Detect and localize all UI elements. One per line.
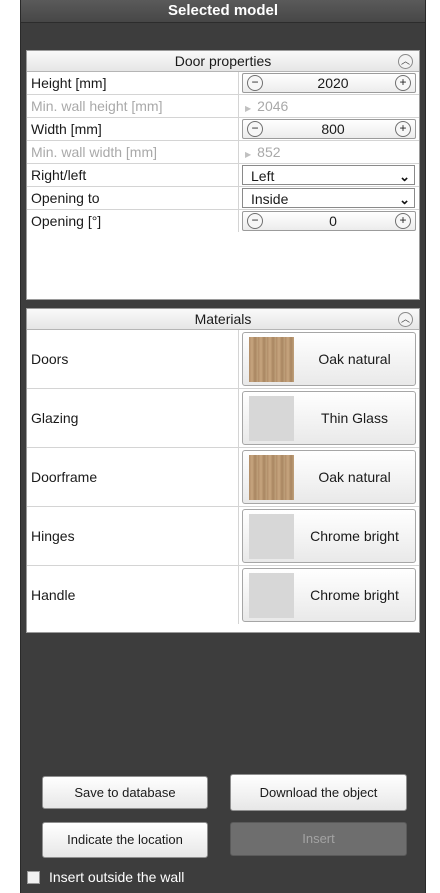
indicate-location-button[interactable]: Indicate the location [42, 822, 208, 858]
doors-material-button[interactable]: Oak natural [242, 332, 416, 386]
plus-icon[interactable]: + [395, 213, 411, 229]
doors-label: Doors [27, 330, 239, 388]
panel-title: Selected model [21, 0, 425, 23]
material-row-doorframe: Doorframe Oak natural [27, 448, 419, 507]
handle-label: Handle [27, 566, 239, 624]
minus-icon[interactable]: − [247, 121, 263, 137]
door-properties-header[interactable]: Door properties ︿ [27, 51, 419, 72]
glass-swatch [249, 395, 294, 441]
width-stepper[interactable]: − 800 + [242, 119, 416, 139]
height-label: Height [mm] [27, 72, 239, 94]
opening-angle-value[interactable]: 0 [263, 213, 395, 229]
chrome-swatch [249, 513, 294, 559]
chevron-down-icon[interactable]: ⌄ [399, 167, 410, 187]
right-left-row: Right/left Left ⌄ [27, 164, 419, 187]
min-wall-height-label: Min. wall height [mm] [27, 95, 239, 117]
door-properties-title: Door properties [174, 53, 272, 69]
material-row-handle: Handle Chrome bright [27, 566, 419, 624]
opening-angle-label: Opening [°] [27, 210, 239, 232]
height-row: Height [mm] − 2020 + [27, 72, 419, 95]
oak-swatch [249, 454, 294, 500]
insert-outside-wall-label: Insert outside the wall [49, 869, 185, 885]
glazing-material-name: Thin Glass [321, 410, 388, 426]
materials-title: Materials [194, 311, 252, 327]
chevron-down-icon[interactable]: ⌄ [399, 190, 410, 210]
opening-to-select[interactable]: Inside ⌄ [242, 188, 415, 208]
oak-swatch [249, 336, 294, 382]
material-row-glazing: Glazing Thin Glass [27, 389, 419, 448]
arrow-right-icon: ▶ [245, 150, 252, 159]
material-row-hinges: Hinges Chrome bright [27, 507, 419, 566]
minus-icon[interactable]: − [247, 75, 263, 91]
door-properties-section: Door properties ︿ Height [mm] − 2020 + M… [26, 50, 420, 300]
opening-angle-row: Opening [°] − 0 + [27, 210, 419, 232]
plus-icon[interactable]: + [395, 75, 411, 91]
minus-icon[interactable]: − [247, 213, 263, 229]
handle-material-name: Chrome bright [310, 587, 399, 603]
right-left-value: Left [251, 168, 275, 184]
collapse-up-icon[interactable]: ︿ [398, 312, 413, 327]
doorframe-material-name: Oak natural [318, 469, 391, 485]
arrow-right-icon: ▶ [245, 104, 252, 113]
plus-icon[interactable]: + [395, 121, 411, 137]
min-wall-height-row: Min. wall height [mm] ▶ 2046 [27, 95, 419, 118]
insert-outside-wall-option[interactable]: Insert outside the wall [27, 869, 184, 885]
opening-to-label: Opening to [27, 187, 239, 209]
glazing-material-button[interactable]: Thin Glass [242, 391, 416, 445]
chrome-swatch [249, 572, 294, 618]
selected-model-panel: Selected model Door properties ︿ Height … [20, 0, 426, 893]
handle-material-button[interactable]: Chrome bright [242, 568, 416, 622]
right-left-label: Right/left [27, 164, 239, 186]
material-row-doors: Doors Oak natural [27, 330, 419, 389]
right-left-select[interactable]: Left ⌄ [242, 165, 415, 185]
min-wall-width-row: Min. wall width [mm] ▶ 852 [27, 141, 419, 164]
opening-to-row: Opening to Inside ⌄ [27, 187, 419, 210]
width-row: Width [mm] − 800 + [27, 118, 419, 141]
glazing-label: Glazing [27, 389, 239, 447]
width-value[interactable]: 800 [263, 121, 395, 137]
height-value[interactable]: 2020 [263, 75, 395, 91]
doors-material-name: Oak natural [318, 351, 391, 367]
collapse-up-icon[interactable]: ︿ [398, 54, 413, 69]
min-wall-height-value: 2046 [257, 98, 289, 114]
opening-angle-stepper[interactable]: − 0 + [242, 211, 416, 231]
hinges-label: Hinges [27, 507, 239, 565]
doorframe-material-button[interactable]: Oak natural [242, 450, 416, 504]
width-label: Width [mm] [27, 118, 239, 140]
opening-to-value: Inside [251, 191, 289, 207]
materials-section: Materials ︿ Doors Oak natural Glazing Th… [26, 308, 420, 633]
height-stepper[interactable]: − 2020 + [242, 73, 416, 93]
insert-outside-wall-checkbox[interactable] [27, 870, 40, 884]
min-wall-width-label: Min. wall width [mm] [27, 141, 239, 163]
doorframe-label: Doorframe [27, 448, 239, 506]
save-to-database-button[interactable]: Save to database [42, 776, 208, 809]
min-wall-width-value: 852 [257, 144, 281, 160]
hinges-material-name: Chrome bright [310, 528, 399, 544]
insert-button[interactable]: Insert [230, 822, 407, 856]
download-object-button[interactable]: Download the object [230, 774, 407, 811]
materials-header[interactable]: Materials ︿ [27, 309, 419, 330]
hinges-material-button[interactable]: Chrome bright [242, 509, 416, 563]
